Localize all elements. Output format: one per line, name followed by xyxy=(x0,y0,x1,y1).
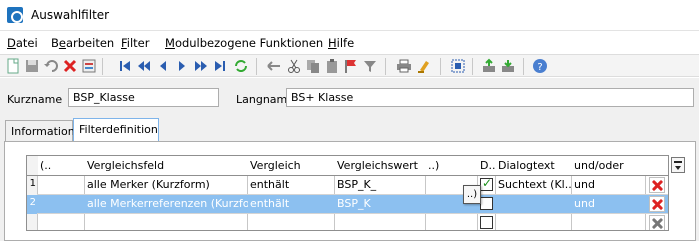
table-row[interactable] xyxy=(27,214,668,230)
cell-vergleichsfeld[interactable]: alle Merkerreferenzen (Kurzfo... xyxy=(85,195,248,214)
properties-icon[interactable] xyxy=(81,58,97,74)
row-number: 1 xyxy=(27,176,37,195)
cell-und-oder[interactable]: und xyxy=(572,195,646,214)
export-icon[interactable] xyxy=(481,58,497,74)
table-row[interactable]: 2 alle Merkerreferenzen (Kurzfo... enthä… xyxy=(27,195,668,214)
filter-grid: (.. Vergleichsfeld Vergleich Vergleichsw… xyxy=(26,155,669,231)
grid-options-icon[interactable] xyxy=(671,157,685,173)
delete-row-icon[interactable] xyxy=(649,215,665,230)
langname-field[interactable]: BS+ Klasse xyxy=(286,88,694,107)
filter-icon[interactable] xyxy=(362,58,378,74)
paste-icon[interactable] xyxy=(324,58,340,74)
back-icon[interactable] xyxy=(266,58,282,74)
header-vergleich[interactable]: Vergleich xyxy=(248,156,335,176)
clear-icon[interactable] xyxy=(416,58,432,74)
cell-vergleichswert[interactable]: BSP_K_ xyxy=(335,176,426,195)
print-icon[interactable] xyxy=(396,58,412,74)
app-icon xyxy=(7,7,23,23)
header-vergleichswert[interactable]: Vergleichswert xyxy=(335,156,426,176)
table-row[interactable]: 1 alle Merker (Kurzform) enthält BSP_K_ … xyxy=(27,176,668,195)
select-all-icon[interactable] xyxy=(450,58,466,74)
save-icon[interactable] xyxy=(24,58,40,74)
cell-open-paren[interactable] xyxy=(38,176,85,195)
cell-dialogtext[interactable]: Suchtext (Kl... xyxy=(496,176,572,195)
tab-filterdefinition[interactable]: Filterdefinition xyxy=(73,118,159,142)
import-icon[interactable] xyxy=(500,58,516,74)
svg-text:?: ? xyxy=(537,62,542,73)
header-open-paren[interactable]: (.. xyxy=(38,156,85,176)
prev-record-icon[interactable] xyxy=(155,58,171,74)
prev-page-icon[interactable] xyxy=(136,58,152,74)
menu-datei[interactable]: Datei xyxy=(7,36,38,50)
delete-row-icon[interactable] xyxy=(649,177,665,193)
cell-open-paren[interactable] xyxy=(38,195,85,214)
menu-filter[interactable]: Filter xyxy=(121,36,149,50)
cell-und-oder[interactable]: und xyxy=(572,176,646,195)
dialog-checkbox[interactable] xyxy=(480,197,493,210)
toolbar: ? xyxy=(0,54,699,77)
last-record-icon[interactable] xyxy=(212,58,228,74)
cell-vergleich[interactable]: enthält xyxy=(248,176,335,195)
cell-vergleich[interactable]: enthält xyxy=(248,195,335,214)
menu-bearbeiten[interactable]: Bearbeiten xyxy=(51,36,114,50)
undo-icon[interactable] xyxy=(43,58,59,74)
help-icon[interactable]: ? xyxy=(532,58,548,74)
row-number xyxy=(27,214,37,230)
tab-information[interactable]: Information xyxy=(5,120,75,141)
copy-icon[interactable] xyxy=(305,58,321,74)
next-record-icon[interactable] xyxy=(174,58,190,74)
header-dialogtext[interactable]: Dialogtext xyxy=(496,156,572,176)
next-page-icon[interactable] xyxy=(193,58,209,74)
kurzname-field[interactable]: BSP_Klasse xyxy=(68,88,219,107)
kurzname-label: Kurzname xyxy=(7,93,63,106)
close-paren-dropdown-button[interactable]: ..) xyxy=(463,185,481,204)
row-number: 2 xyxy=(27,195,37,214)
cell-vergleichswert[interactable]: BSP_K xyxy=(335,195,426,214)
delete-row-icon[interactable] xyxy=(649,196,665,212)
menu-bar: Datei Bearbeiten Filter Modulbezogene Fu… xyxy=(0,32,699,52)
dialog-checkbox[interactable] xyxy=(480,176,493,191)
cell-dialogtext[interactable] xyxy=(496,195,572,214)
header-vergleichsfeld[interactable]: Vergleichsfeld xyxy=(85,156,248,176)
menu-hilfe[interactable]: Hilfe xyxy=(328,36,354,50)
header-und-oder[interactable]: und/oder xyxy=(572,156,646,176)
cell-vergleichsfeld[interactable]: alle Merker (Kurzform) xyxy=(85,176,248,195)
menu-modulbezogene-funktionen[interactable]: Modulbezogene Funktionen xyxy=(165,36,323,50)
header-close-paren[interactable]: ..) xyxy=(426,156,478,176)
title-bar: Auswahlfilter xyxy=(0,0,699,31)
new-icon[interactable] xyxy=(5,58,21,74)
window-title: Auswahlfilter xyxy=(31,8,110,22)
dialog-checkbox[interactable] xyxy=(480,216,493,229)
header-dialog[interactable]: D... xyxy=(478,156,496,176)
delete-icon[interactable] xyxy=(62,58,78,74)
cut-icon[interactable] xyxy=(286,58,302,74)
first-record-icon[interactable] xyxy=(117,58,133,74)
flag-icon[interactable] xyxy=(343,58,359,74)
refresh-icon[interactable] xyxy=(233,58,249,74)
